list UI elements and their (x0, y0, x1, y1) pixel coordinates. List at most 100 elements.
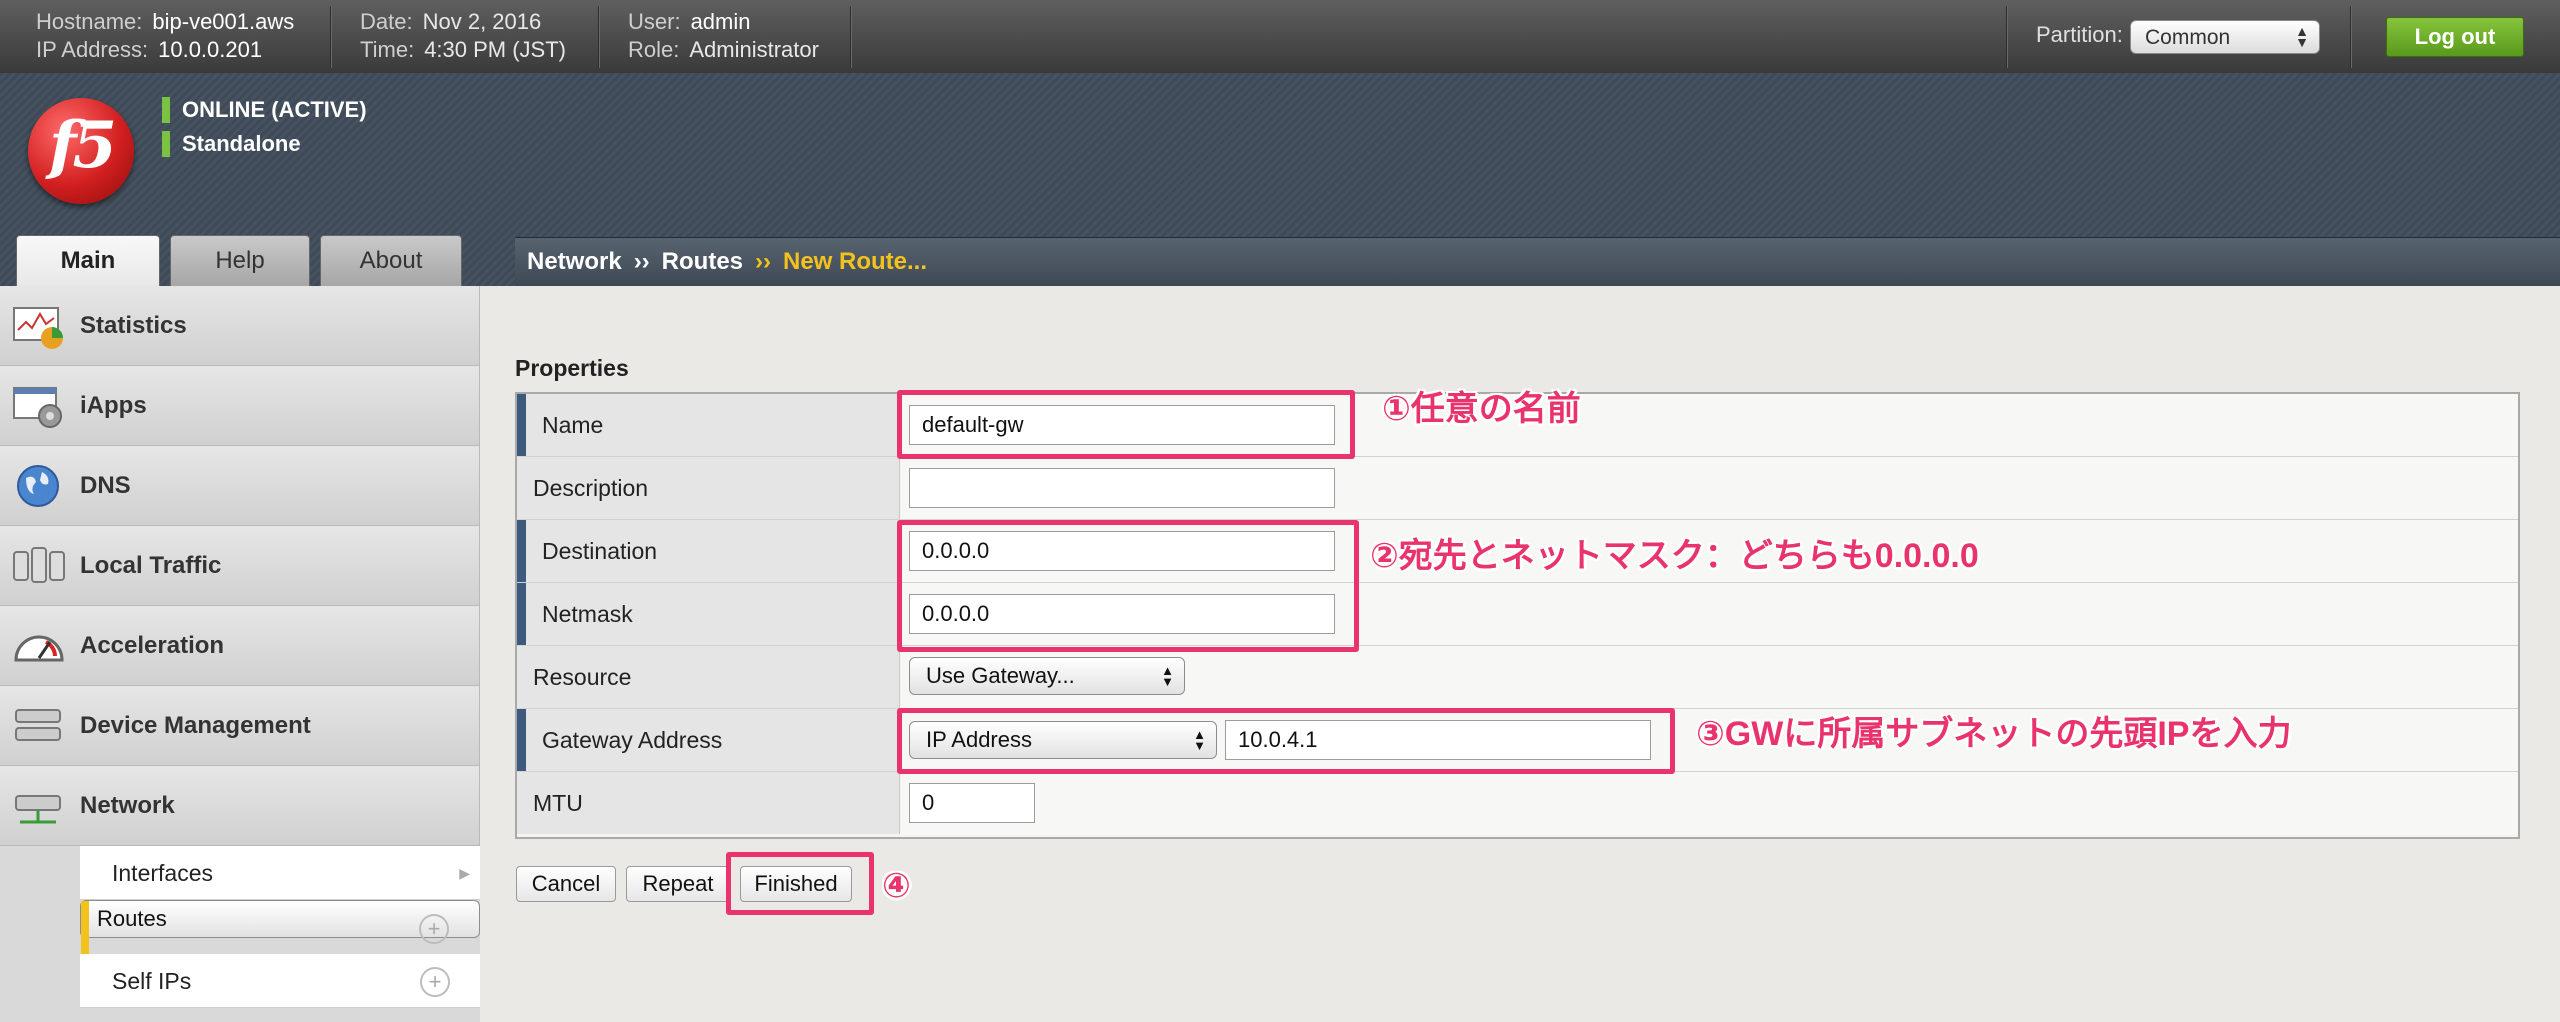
chevron-right-icon: ▶ (459, 865, 470, 881)
breadcrumb-network[interactable]: Network (527, 248, 622, 275)
header-divider (598, 6, 600, 68)
row-mtu: MTU 0 (517, 772, 2518, 835)
time-label: Time: (360, 37, 415, 62)
header-divider (330, 6, 332, 68)
tab-main[interactable]: Main (16, 235, 160, 287)
subitem-label: Interfaces (112, 860, 213, 886)
logout-button[interactable]: Log out (2386, 17, 2524, 57)
top-status-bar: Hostname: bip-ve001.aws IP Address: 10.0.0… (0, 0, 2560, 73)
sidebar-item-statistics[interactable]: Statistics (0, 286, 480, 366)
add-self-ip-icon[interactable]: + (420, 967, 450, 997)
user-value: admin (690, 9, 751, 34)
sidebar-label: Local Traffic (80, 552, 222, 579)
sidebar-label: Network (80, 792, 175, 819)
select-arrows-icon: ▲ ▼ (2295, 23, 2309, 50)
hostname-value: bip-ve001.aws (152, 9, 295, 34)
iapps-icon (13, 387, 62, 428)
sidebar-label: Statistics (80, 312, 187, 339)
sidebar-item-dns[interactable]: DNS (0, 446, 480, 526)
date-value: Nov 2, 2016 (422, 9, 542, 34)
sidebar-item-device-management[interactable]: Device Management (0, 686, 480, 766)
annotation-box-destination-netmask (897, 520, 1359, 652)
hostname-row: Hostname: bip-ve001.aws (36, 8, 294, 36)
gateway-label: Gateway Address (517, 709, 900, 771)
status-standalone: Standalone (162, 129, 301, 159)
time-row: Time: 4:30 PM (JST) (360, 36, 566, 64)
network-icon (15, 795, 61, 824)
description-input[interactable] (909, 468, 1335, 508)
header-divider (850, 6, 852, 68)
logo-text: f5 (48, 108, 117, 183)
sidebar-item-network[interactable]: Network (0, 766, 480, 846)
subitem-label: Routes (97, 906, 167, 931)
destination-label: Destination (517, 520, 900, 582)
status-online: ONLINE (ACTIVE) (162, 95, 367, 125)
sidebar-item-local-traffic[interactable]: Local Traffic (0, 526, 480, 606)
breadcrumb-separator: ›› (755, 248, 771, 275)
netmask-label: Netmask (517, 583, 900, 645)
ip-label: IP Address: (36, 37, 149, 62)
partition-value: Common (2145, 26, 2231, 49)
description-field-cell (901, 457, 2518, 519)
statistics-icon (13, 307, 63, 349)
breadcrumb-separator: ›› (633, 248, 650, 275)
sidebar-subitem-self-ips[interactable]: Self IPs + (80, 954, 480, 1008)
user-label: User: (628, 9, 681, 34)
date-row: Date: Nov 2, 2016 (360, 8, 541, 36)
user-row: User: admin (628, 8, 750, 36)
role-label: Role: (628, 37, 680, 62)
add-route-icon[interactable]: + (419, 914, 449, 944)
role-row: Role: Administrator (628, 36, 819, 64)
sidebar-label: Acceleration (80, 632, 225, 659)
properties-heading: Properties (515, 355, 629, 381)
sidebar-item-iapps[interactable]: iApps (0, 366, 480, 446)
select-arrows-icon: ▲ ▼ (1161, 663, 1174, 689)
resource-label: Resource (517, 646, 900, 708)
partition-label: Partition: (2036, 22, 2123, 47)
gauge-icon (14, 635, 64, 662)
annotation-box-gateway (897, 708, 1675, 774)
sidebar-label: iApps (80, 392, 147, 419)
subitem-label: Self IPs (112, 968, 192, 994)
mtu-input[interactable]: 0 (909, 783, 1035, 823)
sidebar-item-acceleration[interactable]: Acceleration (0, 606, 480, 686)
device-icon (15, 709, 61, 741)
ip-value: 10.0.0.201 (158, 37, 263, 62)
partition-select[interactable]: Common ▲ ▼ (2130, 20, 2320, 54)
header-divider (2006, 6, 2008, 68)
time-value: 4:30 PM (JST) (424, 37, 566, 62)
cancel-button[interactable]: Cancel (516, 866, 616, 902)
annotation-box-name (897, 390, 1355, 459)
f5-logo: f5 (28, 98, 134, 204)
description-label: Description (517, 457, 900, 519)
sidebar-subitem-interfaces[interactable]: Interfaces ▶ (80, 846, 480, 900)
breadcrumb-current: New Route... (783, 248, 928, 275)
annotation-note-1: ①任意の名前 (1382, 390, 1581, 428)
name-label: Name (517, 394, 900, 456)
annotation-note-3: ③GWに所属サブネットの先頭IPを入力 (1696, 715, 2292, 753)
row-description: Description (517, 457, 2518, 520)
row-netmask: Netmask 0.0.0.0 (517, 583, 2518, 646)
sidebar-subitem-routes[interactable]: Routes + (80, 900, 480, 955)
local-traffic-icon (13, 547, 65, 583)
annotation-box-finished (726, 852, 874, 915)
globe-icon (17, 465, 59, 507)
tab-about[interactable]: About (320, 235, 462, 286)
breadcrumb: Network ›› Routes ›› New Route... (515, 237, 2560, 286)
mtu-label: MTU (517, 772, 900, 834)
resource-field-cell: Use Gateway... ▲ ▼ (901, 646, 2518, 708)
hostname-label: Hostname: (36, 9, 143, 34)
date-label: Date: (360, 9, 413, 34)
sidebar: Statistics iApps DNS Local Traffic Accel… (0, 286, 480, 1022)
breadcrumb-routes[interactable]: Routes (662, 248, 743, 275)
role-value: Administrator (689, 37, 819, 62)
annotation-note-4: ④ (882, 867, 911, 905)
tab-help[interactable]: Help (170, 235, 310, 286)
row-resource: Resource Use Gateway... ▲ ▼ (517, 646, 2518, 709)
resource-select[interactable]: Use Gateway... ▲ ▼ (909, 657, 1185, 695)
mtu-field-cell: 0 (901, 772, 2518, 834)
ip-row: IP Address: 10.0.0.201 (36, 36, 262, 64)
repeat-button[interactable]: Repeat (626, 866, 730, 902)
bigip-window: Hostname: bip-ve001.aws IP Address: 10.0.0… (0, 0, 2560, 1022)
resource-value: Use Gateway... (926, 663, 1075, 688)
